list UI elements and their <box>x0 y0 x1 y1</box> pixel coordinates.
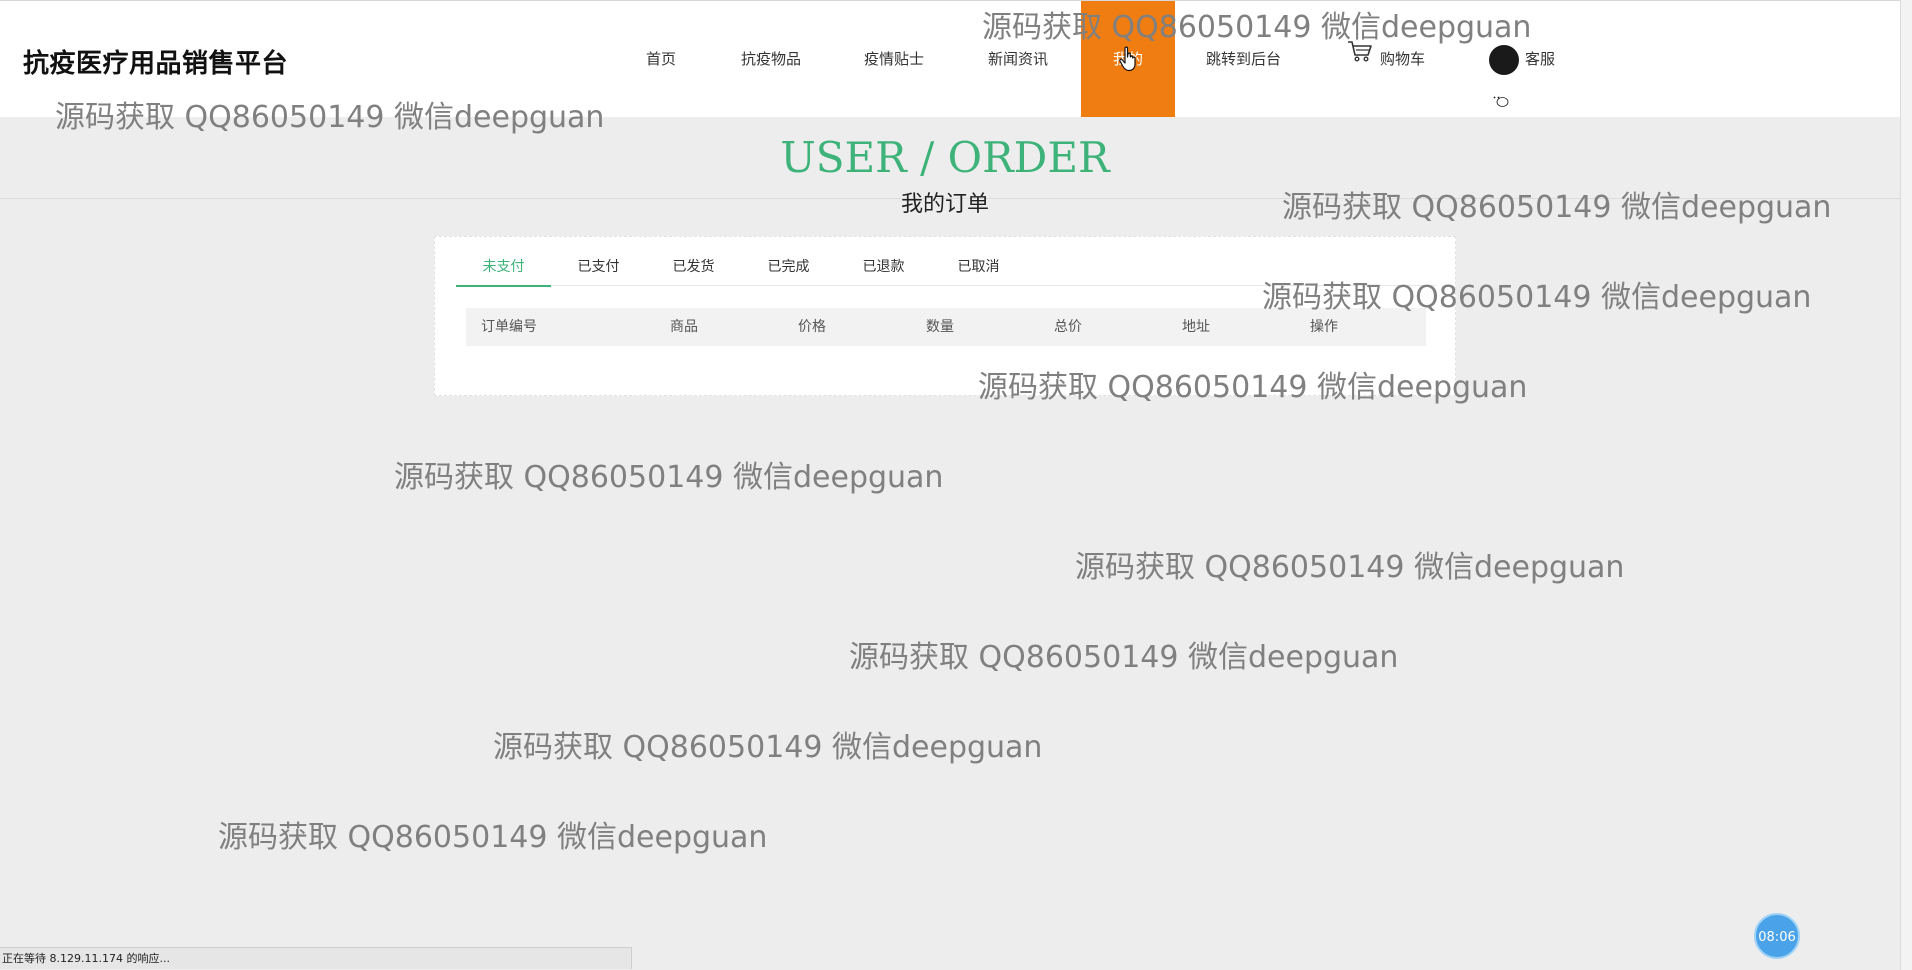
column-header-product: 商品 <box>670 319 698 335</box>
nav-item-label: 购物车 <box>1380 50 1426 68</box>
nav-item-label: 新闻资讯 <box>988 50 1049 68</box>
watermark-text: 源码获取 QQ86050149 微信deepguan <box>218 820 768 855</box>
page-scrollbar[interactable] <box>1900 0 1912 970</box>
tab-refunded[interactable]: 已退款 <box>836 249 931 285</box>
nav-item-supplies[interactable]: 抗疫物品 <box>741 1 801 117</box>
nav-item-label: 跳转到后台 <box>1206 50 1282 68</box>
site-brand[interactable]: 抗疫医疗用品销售平台 <box>23 43 288 80</box>
column-header-quantity: 数量 <box>926 319 954 335</box>
watermark-text: 源码获取 QQ86050149 微信deepguan <box>982 10 1532 45</box>
watermark-text: 源码获取 QQ86050149 微信deepguan <box>1262 280 1812 315</box>
watermark-text: 源码获取 QQ86050149 微信deepguan <box>55 100 605 135</box>
wechat-icon <box>1489 44 1519 107</box>
watermark-text: 源码获取 QQ86050149 微信deepguan <box>394 460 944 495</box>
tab-shipped[interactable]: 已发货 <box>646 249 741 285</box>
watermark-text: 源码获取 QQ86050149 微信deepguan <box>849 640 1399 675</box>
tab-cancelled[interactable]: 已取消 <box>931 249 1026 285</box>
tab-paid[interactable]: 已支付 <box>551 249 646 285</box>
nav-item-tips[interactable]: 疫情贴士 <box>864 1 924 117</box>
column-header-order-id: 订单编号 <box>481 319 537 335</box>
watermark-text: 源码获取 QQ86050149 微信deepguan <box>1282 190 1832 225</box>
nav-item-label: 客服 <box>1525 50 1556 68</box>
watermark-text: 源码获取 QQ86050149 微信deepguan <box>493 730 1043 765</box>
watermark-text: 源码获取 QQ86050149 微信deepguan <box>1075 550 1625 585</box>
nav-item-label: 疫情贴士 <box>864 50 925 68</box>
browser-status-bar: 正在等待 8.129.11.174 的响应... <box>0 947 632 969</box>
hand-cursor-icon <box>1118 46 1140 72</box>
column-header-total: 总价 <box>1054 319 1082 335</box>
tab-unpaid[interactable]: 未支付 <box>456 249 551 287</box>
column-header-address: 地址 <box>1182 319 1210 335</box>
nav-item-label: 首页 <box>646 50 677 68</box>
page-title-en: USER / ORDER <box>780 133 1110 182</box>
nav-item-home[interactable]: 首页 <box>646 1 676 117</box>
watermark-text: 源码获取 QQ86050149 微信deepguan <box>978 370 1528 405</box>
tab-completed[interactable]: 已完成 <box>741 249 836 285</box>
nav-item-label: 抗疫物品 <box>741 50 802 68</box>
timer-badge[interactable]: 08:06 <box>1754 913 1800 959</box>
column-header-price: 价格 <box>798 319 826 335</box>
